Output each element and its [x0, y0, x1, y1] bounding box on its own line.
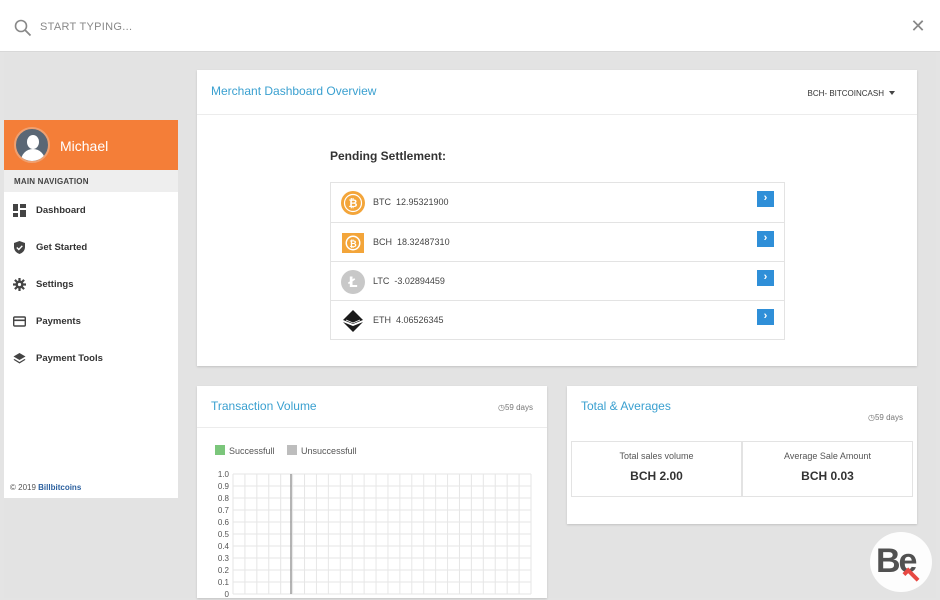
currency-select-value: BCH- BITCOINCASH: [807, 89, 884, 98]
sidebar-item-label: Payments: [36, 316, 81, 327]
copyright-brand-link[interactable]: Billbitcoins: [38, 483, 81, 492]
sidebar-item-dashboard[interactable]: Dashboard: [4, 192, 178, 229]
coin-amount: -3.02894459: [394, 276, 445, 286]
nav-header: MAIN NAVIGATION: [4, 170, 178, 192]
coin-symbol: BCH: [373, 237, 393, 247]
sidebar-item-label: Get Started: [36, 242, 88, 253]
y-tick-label: 0.2: [218, 566, 230, 575]
bitcoin-icon: ₿: [341, 191, 365, 215]
sidebar-item-settings[interactable]: Settings: [4, 266, 178, 303]
overview-card: Merchant Dashboard Overview BCH- BITCOIN…: [197, 70, 917, 366]
legend-item-successful[interactable]: Successfull: [215, 445, 275, 456]
gear-icon: [13, 278, 26, 291]
stat-value: BCH 0.03: [801, 469, 854, 483]
ethereum-icon: [343, 310, 363, 332]
coin-row-ltc: Ł LTC -3.02894459 ›: [331, 261, 784, 300]
y-tick-label: 1.0: [218, 470, 230, 479]
y-tick-label: 0.4: [218, 542, 230, 551]
litecoin-icon: Ł: [341, 270, 365, 294]
time-range-badge: ◷59 days: [868, 413, 903, 422]
clock-icon: ◷: [497, 403, 505, 412]
sidebar-item-label: Dashboard: [36, 205, 86, 216]
legend-item-unsuccessful[interactable]: Unsuccessfull: [287, 445, 357, 456]
overview-title: Merchant Dashboard Overview: [211, 84, 377, 98]
sidebar-item-payment-tools[interactable]: Payment Tools: [4, 340, 178, 377]
be-logo: Be: [870, 532, 932, 592]
y-tick-label: 0.7: [218, 506, 230, 515]
user-name: Michael: [60, 138, 109, 154]
coin-row-btc: ₿ BTC 12.95321900 ›: [331, 183, 784, 222]
svg-text:₿: ₿: [349, 239, 356, 250]
caret-down-icon: [889, 91, 895, 95]
totals-card: Total & Averages ◷59 days Total sales vo…: [567, 386, 917, 524]
ltc-details-button[interactable]: ›: [757, 270, 774, 286]
totals-title: Total & Averages: [581, 399, 671, 413]
search-input[interactable]: [40, 18, 340, 36]
y-tick-label: 0.9: [218, 482, 230, 491]
legend-label: Successfull: [229, 446, 275, 456]
bch-details-button[interactable]: ›: [757, 231, 774, 247]
transaction-volume-title: Transaction Volume: [211, 399, 317, 413]
svg-text:₿: ₿: [349, 197, 358, 210]
time-range-badge: ◷59 days: [498, 403, 533, 412]
time-range-value: 59 days: [504, 403, 533, 412]
clock-icon: ◷: [867, 413, 875, 422]
y-tick-label: 0: [225, 590, 230, 598]
y-tick-label: 0.6: [218, 518, 230, 527]
coin-row-bch: ₿ BCH 18.32487310 ›: [331, 222, 784, 261]
svg-text:Ł: Ł: [348, 275, 358, 291]
coin-symbol: LTC: [373, 276, 390, 286]
y-tick-label: 0.1: [218, 578, 230, 587]
legend-label: Unsuccessfull: [301, 446, 357, 456]
top-search-bar: ✕: [0, 0, 940, 52]
stat-label: Total sales volume: [619, 451, 694, 461]
coin-symbol: BTC: [373, 197, 391, 207]
layers-icon: [13, 353, 26, 364]
copyright-prefix: © 2019: [10, 483, 36, 492]
y-tick-label: 0.3: [218, 554, 230, 563]
coin-row-eth: ETH 4.06526345 ›: [331, 300, 784, 339]
btc-details-button[interactable]: ›: [757, 191, 774, 207]
sidebar-item-label: Payment Tools: [36, 353, 103, 364]
dashboard-icon: [13, 204, 26, 217]
search-icon[interactable]: [14, 19, 32, 37]
coin-symbol: ETH: [373, 315, 391, 325]
stat-value: BCH 2.00: [630, 469, 683, 483]
total-sales-volume: Total sales volume BCH 2.00: [571, 441, 742, 497]
stat-label: Average Sale Amount: [784, 451, 871, 461]
coin-amount: 12.95321900: [396, 197, 449, 207]
copyright: © 2019 Billbitcoins: [10, 483, 81, 492]
chevron-up-icon: [902, 567, 920, 585]
user-profile[interactable]: Michael: [4, 120, 178, 170]
avatar: [14, 127, 50, 163]
credit-card-icon: [13, 316, 26, 327]
sidebar-item-payments[interactable]: Payments: [4, 303, 178, 340]
sidebar-item-label: Settings: [36, 279, 74, 290]
transaction-volume-chart: 0 0.1 0.2 0.3 0.4 0.5 0.6 0.7 0.8 0.9 1.0: [218, 470, 532, 598]
sidebar: Michael MAIN NAVIGATION Dashboard Get St…: [4, 120, 178, 498]
sidebar-item-get-started[interactable]: Get Started: [4, 229, 178, 266]
currency-select[interactable]: BCH- BITCOINCASH: [808, 89, 895, 98]
bitcoin-cash-icon: ₿: [342, 233, 364, 253]
average-sale-amount: Average Sale Amount BCH 0.03: [742, 441, 913, 497]
y-tick-label: 0.8: [218, 494, 230, 503]
transaction-volume-card: Transaction Volume ◷59 days Successfull …: [197, 386, 547, 598]
coin-amount: 4.06526345: [396, 315, 444, 325]
shield-check-icon: [14, 241, 25, 254]
pending-settlement-title: Pending Settlement:: [330, 149, 447, 163]
coin-list: ₿ BTC 12.95321900 › ₿ BCH 18.32487310 › Ł …: [330, 182, 785, 340]
eth-details-button[interactable]: ›: [757, 309, 774, 325]
chart-legend: Successfull Unsuccessfull: [215, 445, 367, 456]
time-range-value: 59 days: [874, 413, 903, 422]
close-icon[interactable]: ✕: [910, 17, 926, 35]
y-tick-label: 0.5: [218, 530, 230, 539]
coin-amount: 18.32487310: [397, 237, 450, 247]
